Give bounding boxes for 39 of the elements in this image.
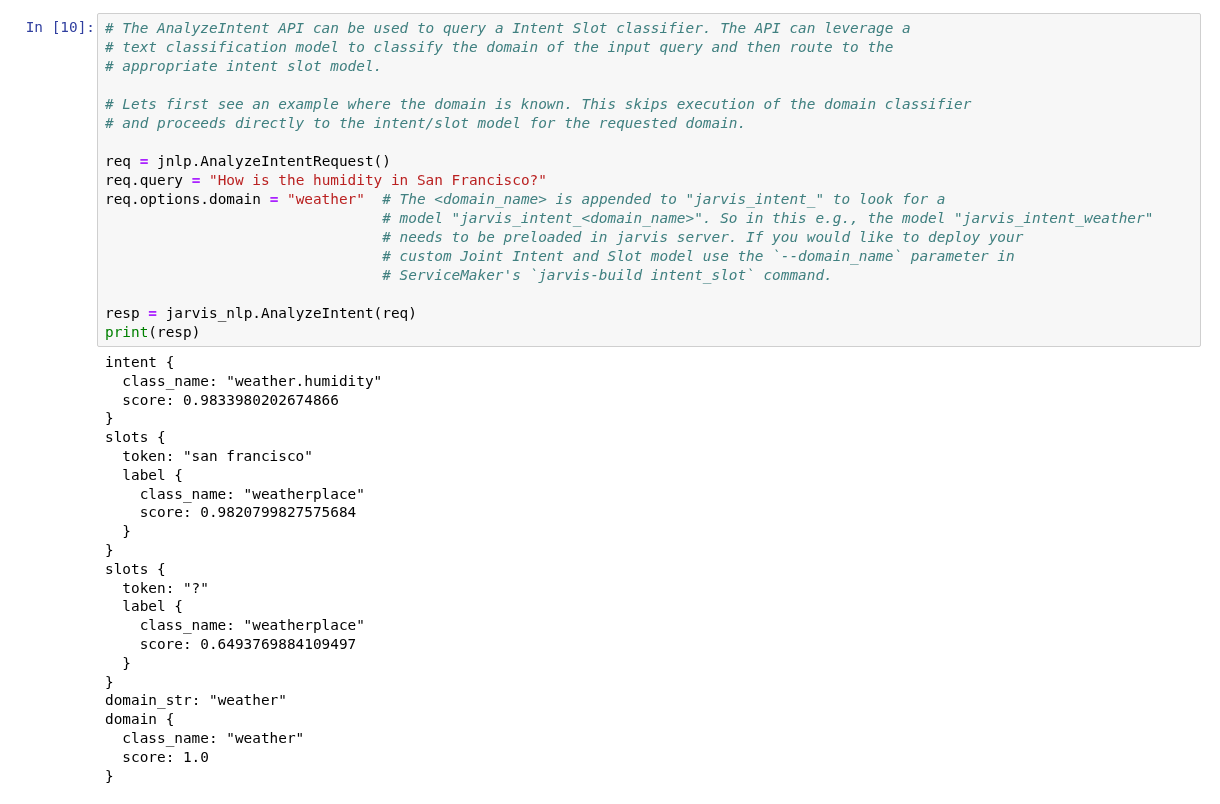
code-line: req.options.domain = "weather" # The <domain_name> is appended to "jarvis_intent_" to look for a	[105, 190, 946, 209]
output-line: class_name: "weather"	[122, 728, 305, 748]
code-comment: # custom Joint Intent and Slot model use the `--domain_name` parameter in	[382, 247, 1015, 266]
output-line: }	[105, 672, 114, 692]
output-line: token: "san francisco"	[122, 447, 313, 466]
output-line: slots {	[105, 428, 166, 447]
code-comment: # text classification model to classify the domain of the input query and then route to the	[105, 38, 894, 57]
output-line: score: 0.9820799827575684	[139, 503, 357, 523]
code-comment: # appropriate intent slot model.	[105, 57, 383, 76]
output-line: slots {	[105, 559, 166, 579]
code-line: print(resp)	[105, 323, 201, 342]
output-line: }	[105, 409, 114, 429]
output-line: }	[105, 540, 114, 560]
code-comment: # ServiceMaker's `jarvis-build intent_slot` command.	[382, 266, 833, 285]
output-line: }	[122, 653, 131, 673]
output-line: label {	[122, 465, 183, 485]
output-line: intent {	[105, 353, 175, 372]
output-line: class_name: "weather.humidity"	[122, 371, 383, 391]
code-comment: # The AnalyzeIntent API can be used to query a Intent Slot classifier. The API can leverage a	[105, 19, 911, 38]
output-line: score: 0.9833980202674866	[122, 390, 339, 410]
code-comment: # and proceeds directly to the intent/slot model for the requested domain.	[105, 114, 747, 133]
output-line: domain {	[105, 710, 175, 729]
code-line: req = jnlp.AnalyzeIntentRequest()	[105, 152, 391, 171]
code-comment: # Lets first see an example where the domain is known. This skips execution of the domain classifier	[105, 95, 972, 114]
code-line: resp = jarvis_nlp.AnalyzeIntent(req)	[105, 304, 417, 323]
output-line: class_name: "weatherplace"	[139, 616, 365, 635]
output-line: }	[122, 522, 131, 541]
output-line: }	[105, 766, 114, 786]
code-comment: # model "jarvis_intent_<domain_name>". So in this e.g., the model "jarvis_intent_weather"	[382, 209, 1154, 228]
cell-prompt: In [10]:	[25, 18, 96, 37]
code-line: req.query = "How is the humidity in San Francisco?"	[105, 171, 547, 190]
code-comment: # needs to be preloaded in jarvis server. If you would like to deploy your	[382, 228, 1024, 247]
output-line: class_name: "weatherplace"	[139, 484, 365, 504]
output-line: score: 1.0	[122, 747, 209, 767]
output-line: domain_str: "weather"	[105, 691, 287, 711]
output-line: label {	[122, 597, 183, 617]
code-cell[interactable]	[97, 13, 1201, 347]
output-line: score: 0.6493769884109497	[139, 634, 357, 654]
output-line: token: "?"	[122, 578, 209, 598]
